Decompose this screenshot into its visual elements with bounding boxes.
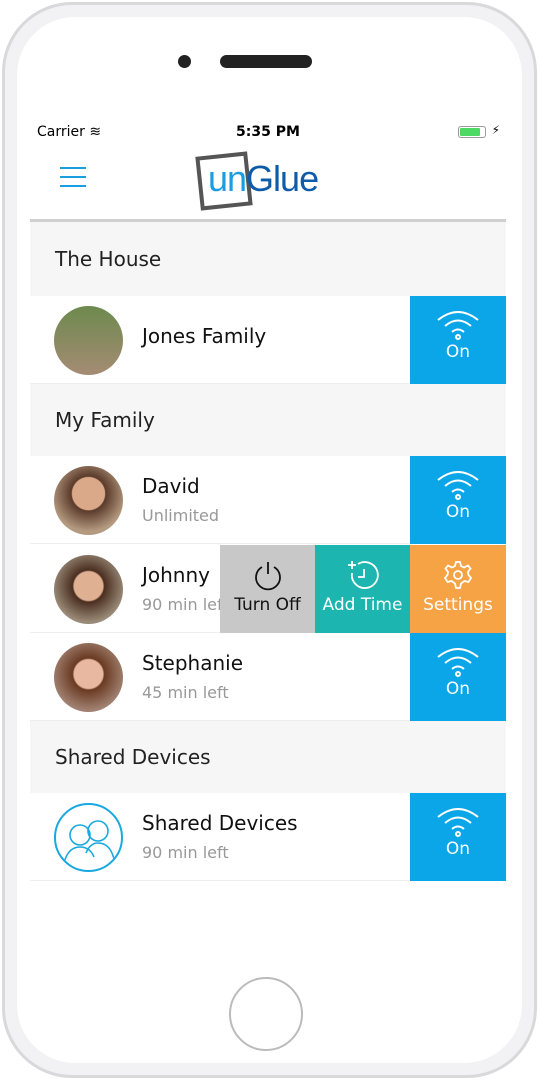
row-name: David: [142, 474, 200, 498]
wifi-toggle-button[interactable]: On: [410, 793, 506, 881]
wifi-icon: [437, 471, 479, 500]
shared-devices-icon: [54, 803, 123, 872]
gear-icon: [443, 561, 473, 589]
logo-un: un: [208, 158, 247, 199]
avatar: [54, 555, 123, 624]
wifi-toggle-button[interactable]: On: [410, 456, 506, 544]
status-label: On: [445, 839, 471, 859]
screen: Carrier ≋ 5:35 PM ⚡ unGlue The House Jon…: [30, 118, 506, 966]
row-sub: 90 min left: [142, 595, 229, 614]
section-header: The House: [30, 222, 506, 296]
row-sub: 45 min left: [142, 683, 229, 702]
speaker: [220, 55, 312, 68]
list-item[interactable]: Shared Devices 90 min left On: [30, 793, 506, 881]
avatar: [54, 306, 123, 375]
list-item[interactable]: Stephanie 45 min left On: [30, 633, 506, 721]
charging-icon: ⚡: [491, 123, 500, 137]
row-name: Johnny: [142, 563, 210, 587]
row-name: Shared Devices: [142, 811, 298, 835]
battery-icon: [458, 126, 486, 138]
list-item[interactable]: Johnny 90 min left Turn Off Add Time Set…: [30, 545, 506, 633]
wifi-icon: [437, 311, 479, 340]
wifi-toggle-button[interactable]: On: [410, 296, 506, 384]
add-time-icon: [347, 561, 379, 589]
row-sub: 90 min left: [142, 843, 229, 862]
wifi-toggle-button[interactable]: On: [410, 633, 506, 721]
wifi-icon: [437, 648, 479, 677]
status-bar: Carrier ≋ 5:35 PM ⚡: [30, 118, 506, 146]
turn-off-button[interactable]: Turn Off: [220, 545, 315, 633]
list-item[interactable]: Jones Family On: [30, 296, 506, 384]
row-name: Stephanie: [142, 651, 244, 675]
add-time-label: Add Time: [322, 595, 403, 615]
status-label: On: [445, 342, 471, 362]
camera: [178, 55, 191, 68]
unglue-logo: unGlue: [195, 150, 346, 212]
nav-bar: unGlue: [30, 146, 506, 222]
clock: 5:35 PM: [236, 124, 300, 140]
wifi-icon: [437, 808, 479, 837]
hamburger-menu-icon[interactable]: [60, 164, 86, 190]
avatar: [54, 643, 123, 712]
home-button[interactable]: [229, 977, 303, 1051]
logo-glue: Glue: [246, 158, 319, 199]
list-item[interactable]: David Unlimited On: [30, 456, 506, 544]
status-label: On: [445, 502, 471, 522]
section-header: Shared Devices: [30, 721, 506, 793]
add-time-button[interactable]: Add Time: [315, 545, 410, 633]
settings-button[interactable]: Settings: [410, 545, 506, 633]
row-sub: Unlimited: [142, 506, 220, 525]
status-label: On: [445, 679, 471, 699]
power-icon: [254, 562, 281, 591]
section-header: My Family: [30, 384, 506, 456]
turn-off-label: Turn Off: [234, 595, 301, 615]
row-name: Jones Family: [142, 324, 267, 348]
settings-label: Settings: [423, 595, 493, 615]
avatar: [54, 466, 123, 535]
